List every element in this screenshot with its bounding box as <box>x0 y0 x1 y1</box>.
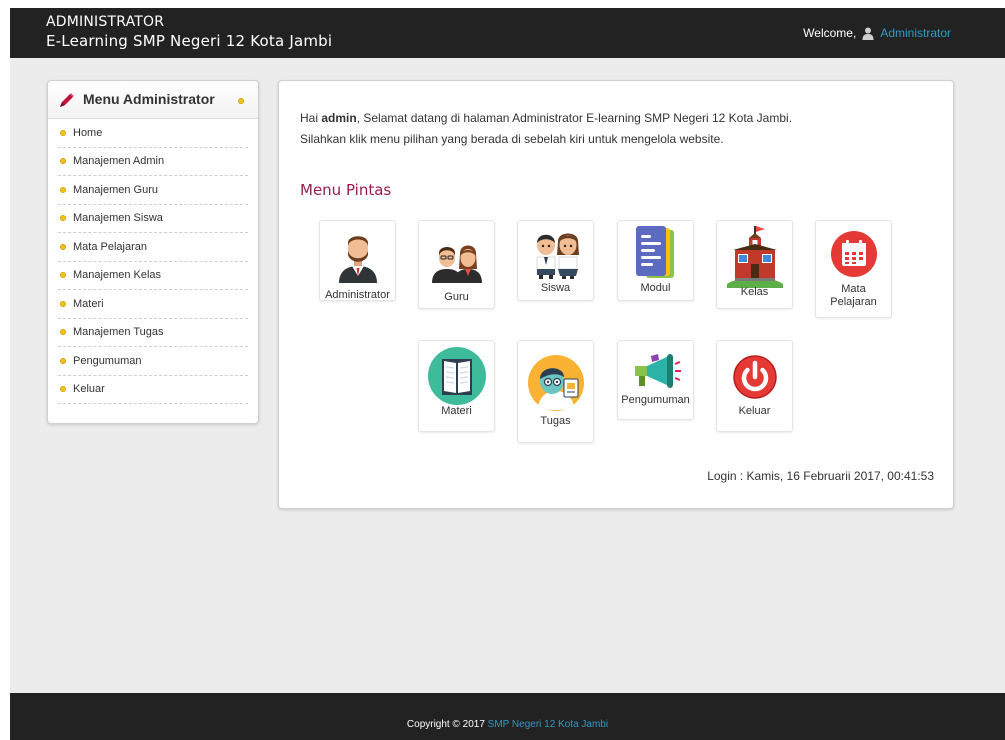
shortcut-label: Keluar <box>738 405 771 417</box>
shortcut-kelas[interactable]: Kelas <box>716 220 793 309</box>
shortcut-label: Modul <box>640 282 671 294</box>
copyright-text: Copyright © 2017 <box>406 719 488 730</box>
shortcut-keluar[interactable]: Keluar <box>716 340 793 432</box>
bullet-icon <box>60 357 66 364</box>
students-icon <box>536 233 579 279</box>
welcome-label: Welcome, <box>803 26 857 40</box>
shortcut-guru[interactable]: Guru <box>418 220 495 309</box>
sidebar-item-label: Pengumuman <box>73 354 142 367</box>
bullet-icon <box>60 158 66 165</box>
sidebar-item-pengumuman[interactable]: Pengumuman <box>58 347 248 376</box>
shortcut-siswa[interactable]: Siswa <box>517 220 594 301</box>
footer-bar: Copyright © 2017 SMP Negeri 12 Kota Jamb… <box>10 693 1005 740</box>
book-icon <box>427 347 486 405</box>
footer-school-link[interactable]: SMP Negeri 12 Kota Jambi <box>488 719 608 730</box>
megaphone-icon <box>634 354 681 388</box>
user-icon <box>862 27 874 40</box>
shortcut-tugas[interactable]: Tugas <box>517 340 594 443</box>
sidebar-list: Home Manajemen Admin Manajemen Guru Mana… <box>48 119 258 404</box>
greeting-prefix: Hai <box>300 111 322 125</box>
bullet-icon <box>60 215 66 222</box>
shortcut-title: Menu Pintas <box>300 181 392 199</box>
shortcut-label: Materi <box>441 405 472 417</box>
welcome-message: Hai admin, Selamat datang di halaman Adm… <box>300 108 792 150</box>
sidebar-item-label: Mata Pelajaran <box>73 240 147 253</box>
greeting-line: Hai admin, Selamat datang di halaman Adm… <box>300 108 792 129</box>
shortcut-label: Guru <box>444 291 469 303</box>
footer-text: Copyright © 2017 SMP Negeri 12 Kota Jamb… <box>10 719 1005 730</box>
teachers-icon <box>431 245 482 283</box>
calendar-icon <box>830 231 877 277</box>
header-title: ADMINISTRATOR <box>46 14 165 30</box>
sidebar-item-manajemen-guru[interactable]: Manajemen Guru <box>58 176 248 205</box>
sidebar-item-keluar[interactable]: Keluar <box>58 376 248 404</box>
shortcut-label: Administrator <box>325 289 390 301</box>
bullet-icon <box>60 272 66 279</box>
sidebar-item-manajemen-tugas[interactable]: Manajemen Tugas <box>58 319 248 347</box>
login-timestamp: Login : Kamis, 16 Februarii 2017, 00:41:… <box>707 469 934 483</box>
bullet-icon <box>60 129 66 136</box>
shortcut-modul[interactable]: Modul <box>617 220 694 301</box>
header-bar: ADMINISTRATOR E-Learning SMP Negeri 12 K… <box>10 8 1005 58</box>
sidebar-item-manajemen-siswa[interactable]: Manajemen Siswa <box>58 205 248 233</box>
sidebar-item-manajemen-admin[interactable]: Manajemen Admin <box>58 148 248 176</box>
bullet-icon <box>60 300 66 307</box>
student-assignment-icon <box>527 355 584 411</box>
app-frame: ADMINISTRATOR E-Learning SMP Negeri 12 K… <box>10 8 1005 740</box>
sidebar-item-label: Manajemen Siswa <box>73 212 163 225</box>
bullet-icon <box>60 243 66 250</box>
shortcut-label: Tugas <box>540 415 571 427</box>
sidebar-item-label: Home <box>73 126 103 139</box>
shortcut-administrator[interactable]: Administrator <box>319 220 396 301</box>
instruction-line: Silahkan klik menu pilihan yang berada d… <box>300 132 724 146</box>
greeting-suffix: , Selamat datang di halaman Administrato… <box>356 111 793 125</box>
greeting-user: admin <box>321 111 357 125</box>
welcome-area: Welcome, Administrator <box>803 26 951 40</box>
shortcut-label: Siswa <box>540 282 571 294</box>
document-icon <box>635 226 674 278</box>
sidebar-item-manajemen-kelas[interactable]: Manajemen Kelas <box>58 262 248 290</box>
pencil-icon <box>60 93 74 107</box>
sidebar-item-label: Manajemen Admin <box>73 155 165 168</box>
sidebar-item-label: Materi <box>73 297 104 310</box>
school-building-icon <box>726 226 783 288</box>
sidebar-item-mata-pelajaran[interactable]: Mata Pelajaran <box>58 233 248 262</box>
bullet-icon <box>60 329 66 336</box>
power-icon <box>732 355 777 399</box>
shortcut-materi[interactable]: Materi <box>418 340 495 432</box>
sidebar-header: Menu Administrator <box>48 81 258 119</box>
bullet-icon <box>60 386 66 393</box>
bullet-icon <box>60 186 66 193</box>
shortcut-mata-pelajaran[interactable]: Mata Pelajaran <box>815 220 892 318</box>
sidebar-item-materi[interactable]: Materi <box>58 290 248 319</box>
sidebar-dot-icon <box>238 98 244 104</box>
header-subtitle: E-Learning SMP Negeri 12 Kota Jambi <box>46 32 333 50</box>
sidebar-menu: Menu Administrator Home Manajemen Admin … <box>47 80 259 424</box>
sidebar-item-label: Manajemen Guru <box>73 183 158 196</box>
main-panel: Hai admin, Selamat datang di halaman Adm… <box>278 80 954 509</box>
shortcut-label: Pengumuman <box>621 394 690 406</box>
shortcut-pengumuman[interactable]: Pengumuman <box>617 340 694 420</box>
user-name-link[interactable]: Administrator <box>880 26 951 40</box>
sidebar-item-label: Keluar <box>73 383 105 396</box>
shortcut-label: Mata Pelajaran <box>830 283 877 308</box>
administrator-icon <box>338 236 377 283</box>
sidebar-title: Menu Administrator <box>83 91 215 107</box>
sidebar-item-label: Manajemen Tugas <box>73 326 164 339</box>
sidebar-item-label: Manajemen Kelas <box>73 269 162 282</box>
sidebar-item-home[interactable]: Home <box>58 119 248 148</box>
